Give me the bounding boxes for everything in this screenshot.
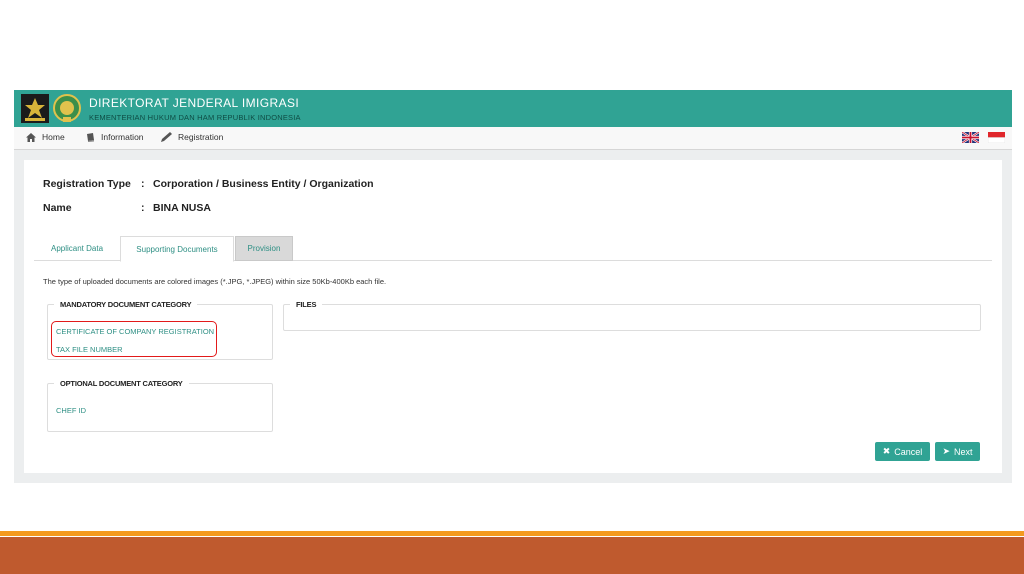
- nav-home-label: Home: [42, 132, 65, 142]
- name-value: BINA NUSA: [153, 202, 211, 214]
- highlight-outline: [51, 321, 217, 357]
- cancel-button[interactable]: ✖ Cancel: [875, 442, 930, 461]
- immigration-logo-icon: [21, 94, 49, 123]
- send-icon: ➤: [942, 446, 951, 456]
- optional-legend: OPTIONAL DOCUMENT CATEGORY: [60, 379, 183, 388]
- indonesian-flag-icon[interactable]: [988, 132, 1005, 143]
- tab-supporting-documents[interactable]: Supporting Documents: [120, 236, 234, 262]
- tab-bar: Applicant Data Supporting Documents Prov…: [34, 236, 992, 262]
- registration-panel: Registration Type : Corporation / Busine…: [24, 160, 1002, 473]
- tab-provision[interactable]: Provision: [235, 236, 293, 261]
- registration-type-colon: :: [141, 178, 145, 190]
- home-icon: [26, 132, 36, 142]
- close-icon: ✖: [882, 446, 891, 456]
- registration-type-value: Corporation / Business Entity / Organiza…: [153, 178, 374, 190]
- nav-information[interactable]: Information: [86, 132, 144, 142]
- app-header: DIREKTORAT JENDERAL IMIGRASI KEMENTERIAN…: [14, 90, 1012, 127]
- name-colon: :: [141, 202, 145, 214]
- footer-bar: [0, 537, 1024, 574]
- nav-home[interactable]: Home: [26, 132, 65, 142]
- english-flag-icon[interactable]: [962, 132, 979, 143]
- registration-type-label: Registration Type: [43, 178, 131, 190]
- upload-instructions: The type of uploaded documents are color…: [43, 277, 387, 286]
- next-button[interactable]: ➤ Next: [935, 442, 980, 461]
- ministry-emblem-icon: [53, 94, 81, 122]
- slide: DIREKTORAT JENDERAL IMIGRASI KEMENTERIAN…: [0, 0, 1024, 574]
- nav-information-label: Information: [101, 132, 144, 142]
- document-chef-id[interactable]: CHEF ID: [56, 406, 86, 415]
- book-icon: [87, 132, 94, 142]
- mandatory-legend: MANDATORY DOCUMENT CATEGORY: [60, 300, 192, 309]
- footer-accent-bar: [0, 531, 1024, 536]
- files-legend: FILES: [296, 300, 317, 309]
- pencil-icon: [161, 132, 172, 142]
- tab-applicant-data[interactable]: Applicant Data: [34, 236, 120, 261]
- nav-registration-label: Registration: [178, 132, 224, 142]
- app-window: DIREKTORAT JENDERAL IMIGRASI KEMENTERIAN…: [14, 90, 1012, 483]
- header-title: DIREKTORAT JENDERAL IMIGRASI: [89, 96, 300, 110]
- nav-registration[interactable]: Registration: [161, 132, 223, 142]
- next-label: Next: [954, 446, 973, 457]
- cancel-label: Cancel: [894, 446, 923, 457]
- files-box: FILES: [283, 300, 981, 331]
- navbar: Home Information Registration: [14, 127, 1012, 150]
- name-label: Name: [43, 202, 72, 214]
- header-subtitle: KEMENTERIAN HUKUM DAN HAM REPUBLIK INDON…: [89, 113, 301, 122]
